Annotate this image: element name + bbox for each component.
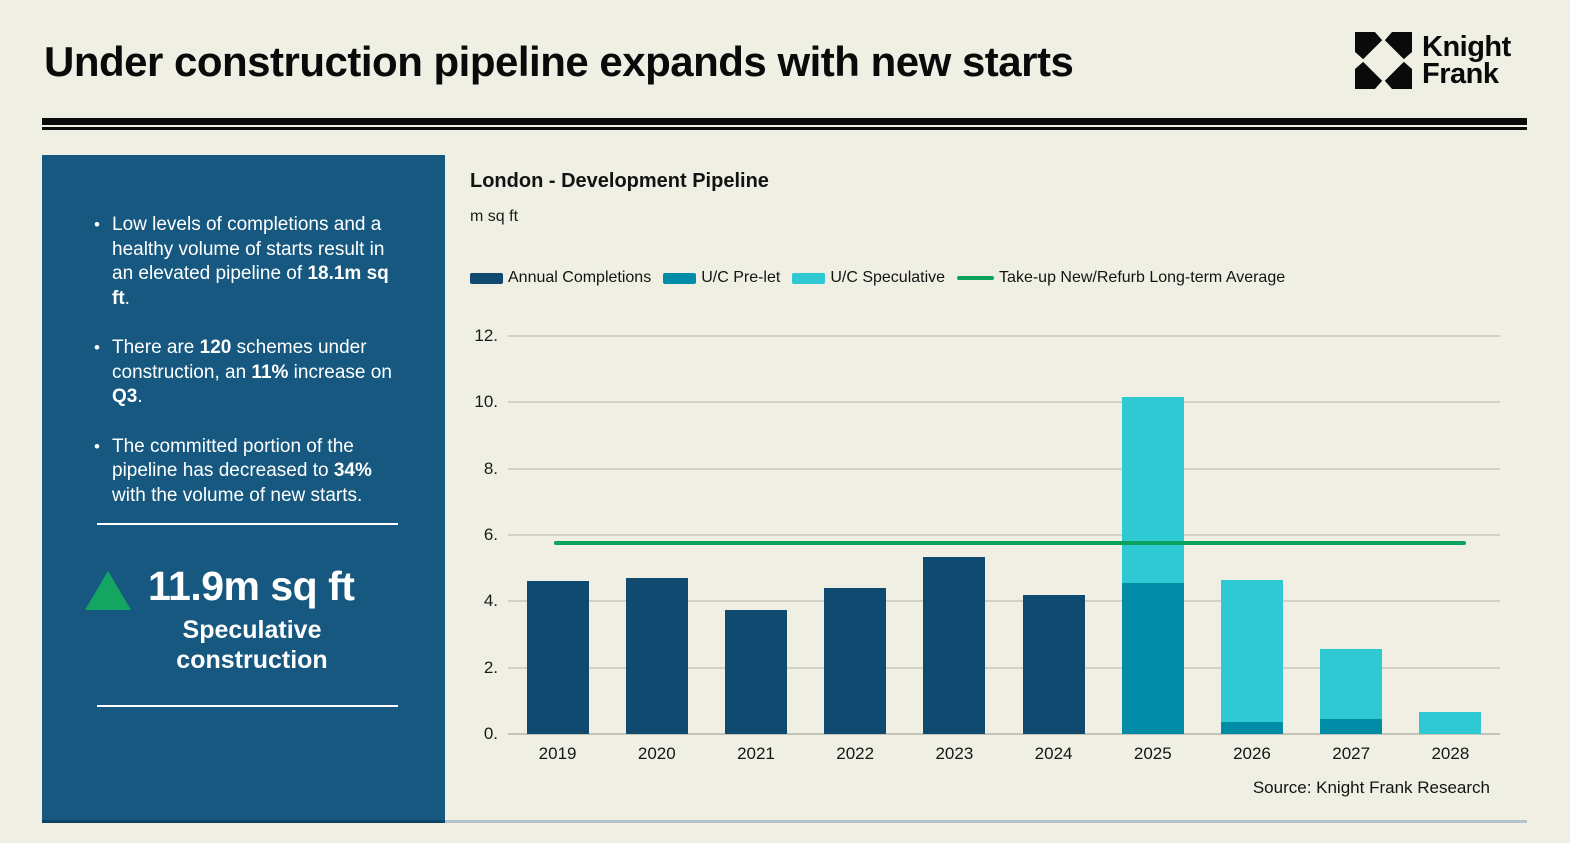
average-reference-line [554,541,1467,545]
chart-title: London - Development Pipeline [470,170,1530,193]
page-title: Under construction pipeline expands with… [44,38,1073,86]
legend-line-swatch-icon [957,276,994,280]
bullet-pipeline: Low levels of completions and a healthy … [94,213,400,311]
legend-item: U/C Pre-let [663,269,780,287]
bar-2024-annual-completions [1023,595,1085,734]
legend-swatch-icon [470,273,503,284]
bullet-text: with the volume of new starts. [112,485,362,506]
legend-label: U/C Speculative [830,269,945,287]
x-axis: 2019202020212022202320242025202620272028 [508,744,1500,768]
gridline-8 [508,468,1500,470]
gridline-10 [508,401,1500,403]
knight-frank-logo-icon [1355,32,1412,89]
header-divider-thick-line [42,118,1527,125]
knight-frank-wordmark: Knight Frank [1422,34,1511,88]
gridline-6 [508,534,1500,536]
legend-item: U/C Speculative [792,269,945,287]
legend-swatch-icon [792,273,825,284]
y-tick-label-6: 6. [458,525,498,545]
stat-label: Speculative construction [132,615,372,675]
header-divider [42,118,1527,130]
bar-2027-u-c-pre-let [1320,719,1382,734]
x-tick-label-2022: 2022 [806,744,905,764]
y-tick-label-12: 12. [458,326,498,346]
logo-word-knight: Knight [1422,34,1511,61]
stat-value: 11.9m sq ft [148,563,354,610]
y-tick-label-10: 10. [458,392,498,412]
y-tick-label-0: 0. [458,724,498,744]
knight-frank-logo: Knight Frank [1355,32,1511,89]
legend-label: Annual Completions [508,269,651,287]
gridline-12 [508,335,1500,337]
panel-divider-top [97,523,398,525]
x-tick-label-2028: 2028 [1401,744,1500,764]
bar-2019-annual-completions [527,581,589,734]
x-tick-label-2027: 2027 [1302,744,1401,764]
bar-2025-u-c-speculative [1122,397,1184,583]
source-text: Source: Knight Frank Research [1253,778,1490,798]
bullet-text-bold: 120 [200,337,232,358]
bullet-text-bold: 11% [251,362,288,383]
chart-section: London - Development Pipeline m sq ft An… [470,170,1530,820]
slide: Under construction pipeline expands with… [0,0,1570,843]
bottom-divider-dark [42,820,445,823]
x-tick-label-2023: 2023 [905,744,1004,764]
bullet-text-bold: Q3 [112,386,137,407]
y-tick-label-8: 8. [458,459,498,479]
bar-2021-annual-completions [725,610,787,734]
bottom-divider-light [445,820,1527,823]
x-tick-label-2025: 2025 [1103,744,1202,764]
up-triangle-icon [85,571,131,610]
bar-2027-u-c-speculative [1320,649,1382,719]
bar-2020-annual-completions [626,578,688,734]
stat-row: 11.9m sq ft [85,563,354,610]
summary-panel: Low levels of completions and a healthy … [42,155,445,820]
bullet-text-bold: 34% [334,460,372,481]
bullet-text: The committed portion of the pipeline ha… [112,436,354,482]
bar-2025-u-c-pre-let [1122,583,1184,734]
y-axis: 0.2.4.6.8.10.12. [470,336,498,734]
legend-item: Take-up New/Refurb Long-term Average [957,269,1285,287]
bar-2026-u-c-pre-let [1221,722,1283,734]
bullet-schemes: There are 120 schemes under construction… [94,336,400,410]
x-tick-label-2021: 2021 [706,744,805,764]
legend-label: Take-up New/Refurb Long-term Average [999,269,1285,287]
x-tick-label-2026: 2026 [1202,744,1301,764]
chart-legend: Annual Completions U/C Pre-let U/C Specula… [470,269,1297,287]
plot-area [508,336,1500,734]
legend-label: U/C Pre-let [701,269,780,287]
header-divider-thin-line [42,127,1527,130]
y-tick-label-2: 2. [458,658,498,678]
bar-2022-annual-completions [824,588,886,734]
y-tick-label-4: 4. [458,591,498,611]
bullet-text: . [137,386,142,407]
bullet-text: increase on [288,362,392,383]
bullet-committed: The committed portion of the pipeline ha… [94,435,400,509]
chart-units-label: m sq ft [470,208,518,226]
legend-swatch-icon [663,273,696,284]
logo-word-frank: Frank [1422,61,1511,88]
x-tick-label-2019: 2019 [508,744,607,764]
legend-item: Annual Completions [470,269,651,287]
bullet-list: Low levels of completions and a healthy … [94,213,400,533]
bullet-text: There are [112,337,200,358]
x-tick-label-2024: 2024 [1004,744,1103,764]
x-tick-label-2020: 2020 [607,744,706,764]
panel-divider-bottom [97,705,398,707]
bar-2023-annual-completions [923,557,985,734]
bar-2026-u-c-speculative [1221,580,1283,723]
bar-2028-u-c-speculative [1419,712,1481,734]
bullet-text: . [125,288,130,309]
